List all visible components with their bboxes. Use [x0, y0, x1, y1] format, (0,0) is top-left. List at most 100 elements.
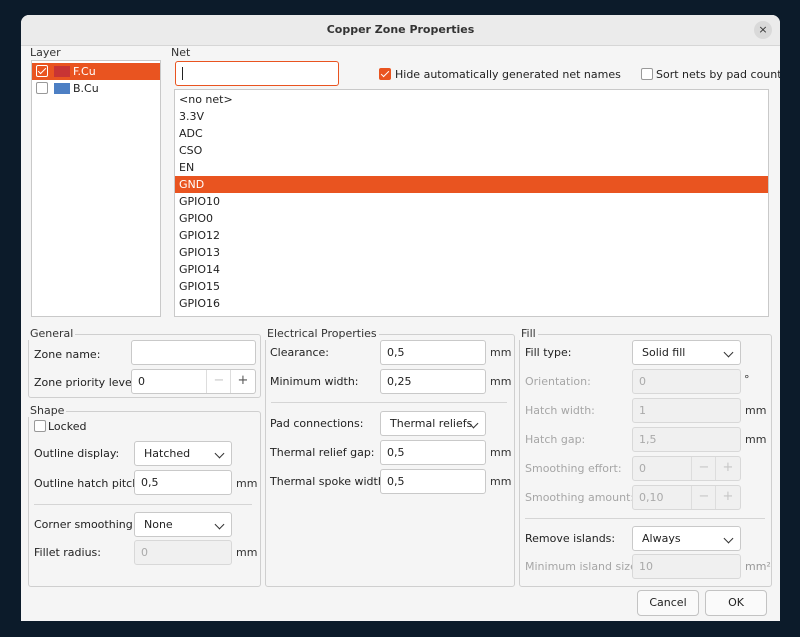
layer-group-label: Layer	[28, 46, 63, 59]
clearance-input[interactable]: 0,5	[380, 340, 486, 365]
fill-separator	[525, 518, 765, 519]
chevron-down-icon	[214, 448, 225, 459]
priority-increment-button[interactable]: +	[230, 370, 255, 393]
zone-name-input[interactable]	[131, 340, 256, 365]
pad-connections-select[interactable]: Thermal reliefs	[380, 411, 486, 436]
spoke-width-input[interactable]: 0,5	[380, 469, 486, 494]
fillet-radius-input[interactable]: 0	[134, 540, 232, 565]
cancel-button[interactable]: Cancel	[637, 590, 699, 616]
layer-list[interactable]: F.Cu B.Cu	[31, 60, 161, 317]
orientation-label: Orientation:	[525, 375, 591, 388]
min-width-unit: mm	[490, 375, 512, 388]
locked-checkbox[interactable]	[34, 420, 46, 432]
layer-checkbox-bcu[interactable]	[36, 82, 48, 94]
shape-group-label: Shape	[28, 404, 67, 417]
outline-display-select[interactable]: Hatched	[134, 441, 232, 466]
zone-priority-stepper[interactable]: 0 − +	[131, 369, 256, 394]
corner-smoothing-label: Corner smoothing:	[34, 518, 137, 531]
orientation-unit: °	[744, 373, 750, 386]
outline-display-value: Hatched	[144, 447, 191, 460]
outline-display-label: Outline display:	[34, 447, 120, 460]
net-item[interactable]: 3.3V	[175, 108, 768, 125]
net-filter-input[interactable]	[175, 61, 339, 86]
close-icon[interactable]: ×	[754, 21, 772, 39]
fill-type-label: Fill type:	[525, 346, 572, 359]
layer-checkbox-fcu[interactable]	[36, 65, 48, 77]
min-width-input[interactable]: 0,25	[380, 369, 486, 394]
clearance-label: Clearance:	[270, 346, 330, 359]
hatch-pitch-unit: mm	[236, 477, 258, 490]
hide-auto-nets-label: Hide automatically generated net names	[395, 68, 621, 81]
chevron-down-icon	[723, 347, 734, 358]
remove-islands-value: Always	[642, 532, 681, 545]
clearance-unit: mm	[490, 346, 512, 359]
pad-connections-value: Thermal reliefs	[390, 417, 473, 430]
smoothing-effort-stepper[interactable]: 0 − +	[632, 456, 741, 481]
title-bar: Copper Zone Properties ×	[21, 15, 780, 46]
fill-group-label: Fill	[519, 327, 538, 340]
min-island-size-input[interactable]: 10	[632, 554, 741, 579]
min-width-label: Minimum width:	[270, 375, 359, 388]
net-item[interactable]: GPIO12	[175, 227, 768, 244]
locked-label: Locked	[48, 420, 87, 433]
hatch-gap-label: Hatch gap:	[525, 433, 586, 446]
hatch-width-input[interactable]: 1	[632, 398, 741, 423]
fillet-radius-label: Fillet radius:	[34, 546, 101, 559]
electrical-group-label: Electrical Properties	[265, 327, 379, 340]
hatch-pitch-label: Outline hatch pitch:	[34, 477, 143, 490]
smoothing-effort-label: Smoothing effort:	[525, 462, 622, 475]
hatch-gap-unit: mm	[745, 433, 767, 446]
corner-smoothing-select[interactable]: None	[134, 512, 232, 537]
zone-priority-value: 0	[138, 375, 145, 388]
hatch-width-unit: mm	[745, 404, 767, 417]
layer-color-swatch	[54, 83, 70, 94]
fill-type-value: Solid fill	[642, 346, 686, 359]
pad-connections-label: Pad connections:	[270, 417, 364, 430]
net-item[interactable]: GPIO15	[175, 278, 768, 295]
layer-row-bcu[interactable]: B.Cu	[32, 80, 160, 97]
net-item[interactable]: GPIO14	[175, 261, 768, 278]
priority-decrement-button[interactable]: −	[206, 370, 231, 393]
ok-button[interactable]: OK	[705, 590, 767, 616]
dialog-window: Copper Zone Properties × Layer F.Cu B.Cu…	[21, 15, 780, 621]
net-item[interactable]: ADC	[175, 125, 768, 142]
smoothing-amount-value: 0,10	[639, 491, 664, 504]
layer-color-swatch	[54, 66, 70, 77]
net-item[interactable]: EN	[175, 159, 768, 176]
hide-auto-nets-checkbox[interactable]	[379, 68, 391, 80]
net-item[interactable]: CSO	[175, 142, 768, 159]
net-list[interactable]: <no net> 3.3V ADC CSO EN GND GPIO10 GPIO…	[174, 89, 769, 317]
smoothing-amount-increment-button[interactable]: +	[715, 486, 740, 509]
sort-nets-checkbox[interactable]	[641, 68, 653, 80]
net-item[interactable]: GPIO13	[175, 244, 768, 261]
layer-row-fcu[interactable]: F.Cu	[32, 63, 160, 80]
orientation-input[interactable]: 0	[632, 369, 741, 394]
general-group-label: General	[28, 327, 76, 340]
net-item[interactable]: <no net>	[175, 91, 768, 108]
smoothing-amount-stepper[interactable]: 0,10 − +	[632, 485, 741, 510]
shape-separator	[34, 504, 252, 505]
smoothing-effort-decrement-button[interactable]: −	[691, 457, 716, 480]
fill-type-select[interactable]: Solid fill	[632, 340, 741, 365]
hatch-gap-input[interactable]: 1,5	[632, 427, 741, 452]
zone-name-label: Zone name:	[34, 348, 101, 361]
remove-islands-select[interactable]: Always	[632, 526, 741, 551]
corner-smoothing-value: None	[144, 518, 173, 531]
relief-gap-label: Thermal relief gap:	[270, 446, 375, 459]
layer-name: F.Cu	[73, 65, 96, 78]
smoothing-amount-decrement-button[interactable]: −	[691, 486, 716, 509]
min-island-size-unit: mm²	[745, 560, 771, 573]
hatch-pitch-input[interactable]: 0,5	[134, 470, 232, 495]
net-item-selected[interactable]: GND	[175, 176, 768, 193]
text-cursor	[182, 67, 183, 80]
sort-nets-label: Sort nets by pad count	[656, 68, 780, 81]
min-island-size-label: Minimum island size:	[525, 560, 641, 573]
relief-gap-input[interactable]: 0,5	[380, 440, 486, 465]
net-item[interactable]: GPIO10	[175, 193, 768, 210]
net-item[interactable]: GPIO0	[175, 210, 768, 227]
smoothing-effort-value: 0	[639, 462, 646, 475]
smoothing-effort-increment-button[interactable]: +	[715, 457, 740, 480]
net-item[interactable]: GPIO16	[175, 295, 768, 312]
spoke-width-label: Thermal spoke width:	[270, 475, 389, 488]
remove-islands-label: Remove islands:	[525, 532, 616, 545]
